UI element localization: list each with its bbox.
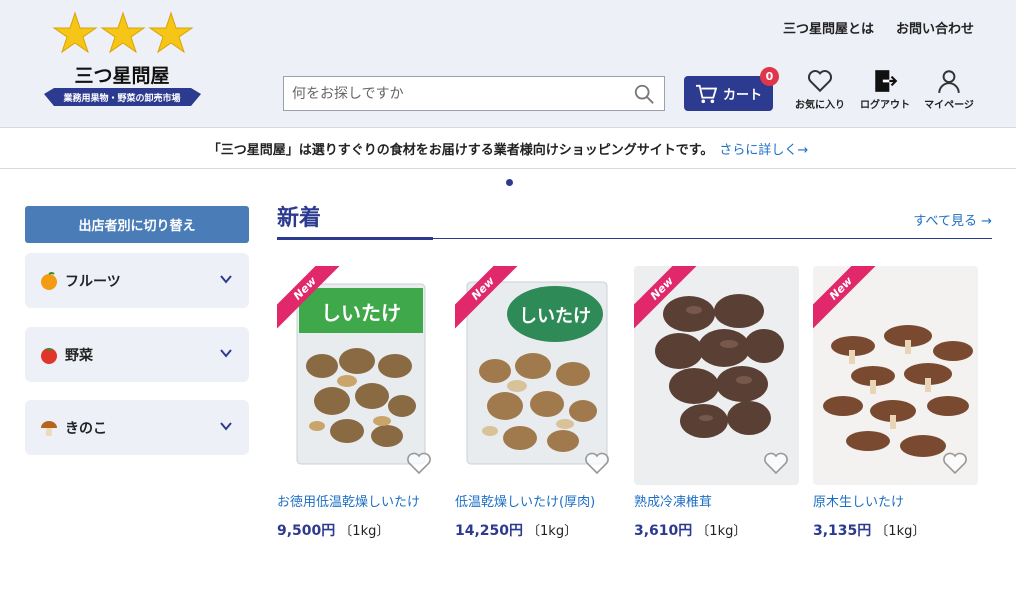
chevron-down-icon bbox=[220, 422, 232, 431]
notice-more-link[interactable]: さらに詳しく→ bbox=[719, 139, 808, 158]
favorites-label: お気に入り bbox=[795, 100, 845, 111]
product-card[interactable]: しいたけ New お徳用低温乾燥しいたけ 9,500円 〔1kg〕 bbox=[277, 266, 442, 540]
favorite-heart-icon[interactable] bbox=[406, 451, 432, 475]
tomato-icon bbox=[41, 347, 57, 364]
search-input[interactable] bbox=[284, 77, 624, 110]
mypage-label: マイページ bbox=[924, 100, 974, 111]
notice-text: 「三つ星問屋」は選りすぐりの食材をお届けする業者様向けショッピングサイトです。 bbox=[207, 142, 714, 158]
product-image[interactable]: しいたけ New bbox=[455, 266, 620, 485]
price-value: 14,250円 bbox=[455, 523, 524, 539]
product-image[interactable]: New bbox=[634, 266, 799, 485]
price-unit: 〔1kg〕 bbox=[696, 524, 747, 539]
mushroom-icon bbox=[41, 420, 57, 436]
product-image[interactable]: しいたけ New bbox=[277, 266, 442, 485]
top-links: 三つ星問屋とは お問い合わせ bbox=[783, 18, 974, 37]
logo-title: 三つ星問屋 bbox=[74, 65, 169, 87]
contact-link[interactable]: お問い合わせ bbox=[896, 18, 974, 37]
product-price: 14,250円 〔1kg〕 bbox=[455, 520, 620, 540]
price-unit: 〔1kg〕 bbox=[875, 524, 926, 539]
product-price: 3,610円 〔1kg〕 bbox=[634, 520, 799, 540]
product-name[interactable]: 低温乾燥しいたけ(厚肉) bbox=[455, 491, 620, 510]
site-header: 三つ星問屋 業務用果物・野菜の卸売市場 三つ星問屋とは お問い合わせ カート 0… bbox=[0, 0, 1016, 128]
switch-seller-button[interactable]: 出店者別に切り替え bbox=[25, 206, 249, 243]
category-label: 野菜 bbox=[65, 347, 93, 364]
section-title: 新着 bbox=[277, 206, 322, 231]
product-name[interactable]: 熟成冷凍椎茸 bbox=[634, 491, 799, 510]
favorites-button[interactable]: お気に入り bbox=[789, 68, 851, 111]
carousel-indicator[interactable] bbox=[506, 179, 513, 186]
logout-button[interactable]: ログアウト bbox=[854, 68, 916, 111]
product-card[interactable]: しいたけ New 低温乾燥しいたけ(厚肉) 14,250円 〔1kg〕 bbox=[455, 266, 620, 540]
about-link[interactable]: 三つ星問屋とは bbox=[783, 18, 874, 37]
category-label: きのこ bbox=[65, 420, 107, 437]
cart-count-badge: 0 bbox=[760, 67, 779, 86]
logout-icon bbox=[875, 70, 898, 92]
favorite-heart-icon[interactable] bbox=[942, 451, 968, 475]
cart-button[interactable]: カート 0 bbox=[684, 67, 779, 111]
favorite-heart-icon[interactable] bbox=[763, 451, 789, 475]
notice-bar: 「三つ星問屋」は選りすぐりの食材をお届けする業者様向けショッピングサイトです。 … bbox=[0, 128, 1016, 169]
site-logo[interactable]: 三つ星問屋 業務用果物・野菜の卸売市場 bbox=[40, 8, 205, 118]
search-box bbox=[283, 76, 665, 111]
category-label: フルーツ bbox=[65, 273, 121, 290]
price-value: 9,500円 bbox=[277, 523, 336, 539]
cart-label: カート bbox=[722, 88, 762, 103]
logo-graphic: 三つ星問屋 業務用果物・野菜の卸売市場 bbox=[44, 11, 201, 106]
category-fruits[interactable]: フルーツ bbox=[25, 253, 249, 308]
category-mushrooms[interactable]: きのこ bbox=[25, 400, 249, 455]
new-badge: New bbox=[277, 266, 347, 336]
product-price: 9,500円 〔1kg〕 bbox=[277, 520, 442, 540]
chevron-down-icon bbox=[220, 349, 232, 358]
logo-tagline: 業務用果物・野菜の卸売市場 bbox=[62, 92, 180, 104]
package-label: しいたけ bbox=[519, 306, 591, 327]
product-card[interactable]: New 原木生しいたけ 3,135円 〔1kg〕 bbox=[813, 266, 978, 540]
category-vegetables[interactable]: 野菜 bbox=[25, 327, 249, 382]
heart-icon bbox=[807, 70, 833, 93]
price-unit: 〔1kg〕 bbox=[527, 524, 578, 539]
orange-icon bbox=[41, 271, 57, 290]
price-value: 3,135円 bbox=[813, 523, 872, 539]
mypage-button[interactable]: マイページ bbox=[918, 68, 980, 111]
price-value: 3,610円 bbox=[634, 523, 693, 539]
new-badge: New bbox=[455, 266, 525, 336]
search-icon[interactable] bbox=[633, 83, 655, 105]
product-name[interactable]: お徳用低温乾燥しいたけ bbox=[277, 491, 442, 510]
logout-label: ログアウト bbox=[860, 100, 910, 111]
new-badge: New bbox=[813, 266, 883, 336]
see-all-link[interactable]: すべて見る → bbox=[913, 210, 992, 229]
price-unit: 〔1kg〕 bbox=[339, 524, 390, 539]
user-icon bbox=[938, 70, 960, 94]
chevron-down-icon bbox=[220, 275, 232, 284]
product-name[interactable]: 原木生しいたけ bbox=[813, 491, 978, 510]
product-image[interactable]: New bbox=[813, 266, 978, 485]
product-price: 3,135円 〔1kg〕 bbox=[813, 520, 978, 540]
cart-icon bbox=[695, 84, 717, 103]
section-divider-accent bbox=[277, 237, 433, 240]
new-badge: New bbox=[634, 266, 704, 336]
favorite-heart-icon[interactable] bbox=[584, 451, 610, 475]
product-card[interactable]: New 熟成冷凍椎茸 3,610円 〔1kg〕 bbox=[634, 266, 799, 540]
